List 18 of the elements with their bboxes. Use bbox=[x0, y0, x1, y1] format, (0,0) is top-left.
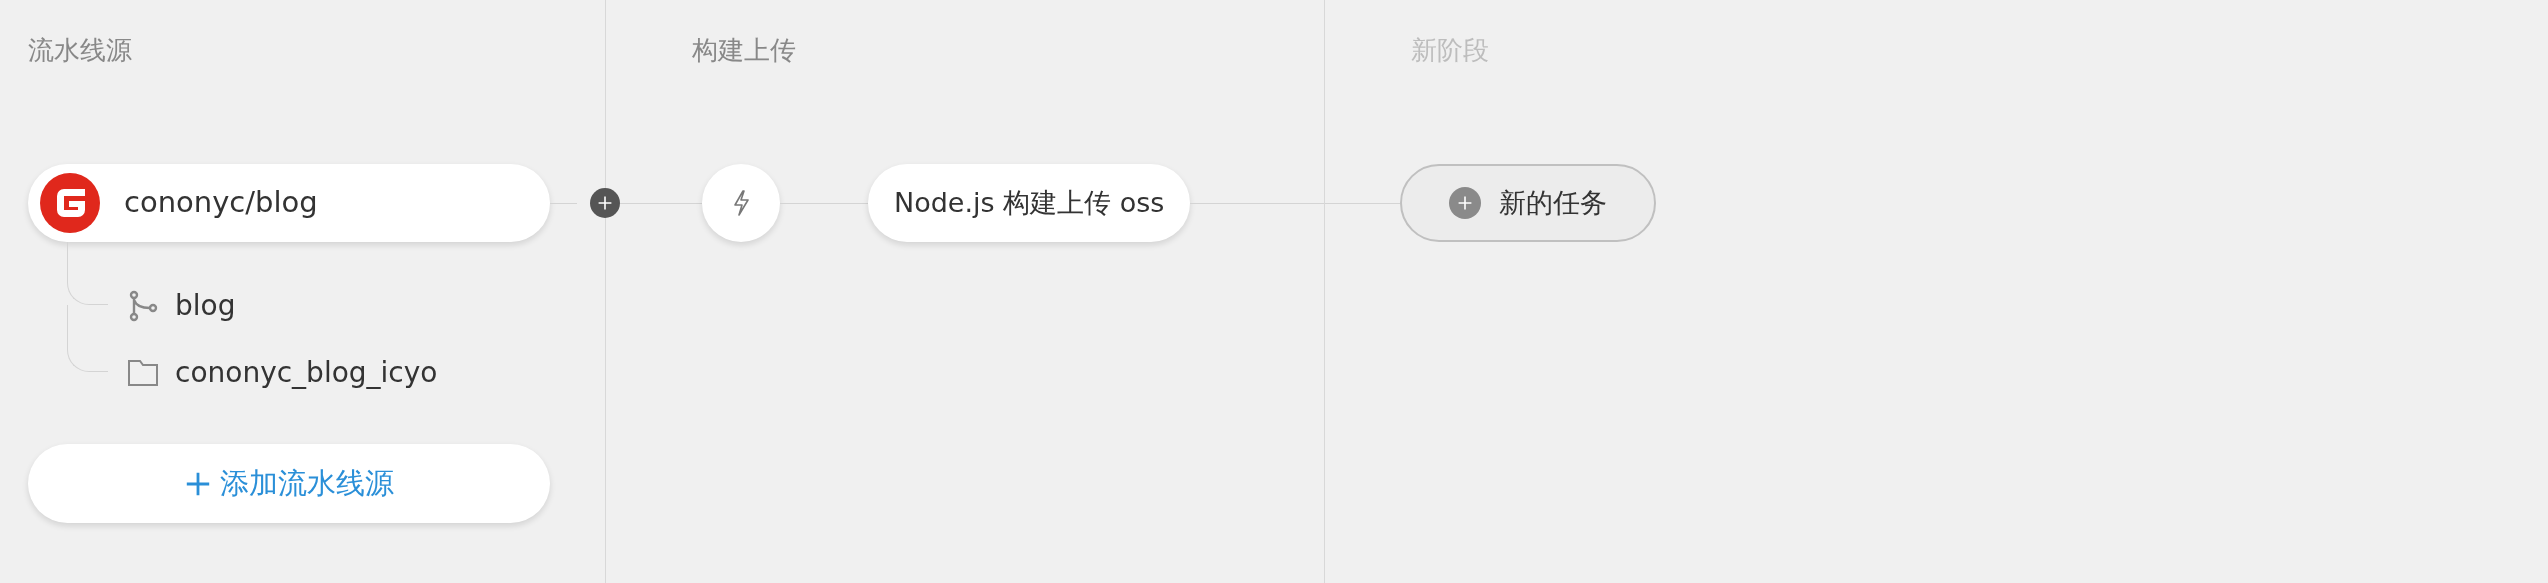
lightning-icon bbox=[731, 189, 751, 217]
source-name: cononyc/blog bbox=[124, 184, 318, 222]
tree-connector bbox=[67, 242, 108, 305]
plus-icon bbox=[1457, 195, 1473, 211]
source-item: cononyc_blog_icyo bbox=[175, 354, 438, 391]
source-item: blog bbox=[175, 287, 236, 324]
source-card[interactable]: cononyc/blog bbox=[28, 164, 550, 242]
tree-connector bbox=[67, 305, 108, 372]
task-node[interactable]: Node.js 构建上传 oss bbox=[868, 164, 1191, 242]
gitee-logo-icon bbox=[40, 173, 100, 233]
stage-title: 流水线源 bbox=[28, 36, 133, 64]
add-stage-button[interactable] bbox=[590, 188, 620, 218]
new-task-button[interactable]: 新的任务 bbox=[1400, 164, 1656, 242]
folder-icon bbox=[127, 358, 159, 387]
branch-icon bbox=[127, 289, 159, 322]
trigger-node[interactable] bbox=[702, 164, 780, 242]
plus-icon bbox=[597, 195, 613, 211]
stage-title: 构建上传 bbox=[692, 36, 797, 64]
